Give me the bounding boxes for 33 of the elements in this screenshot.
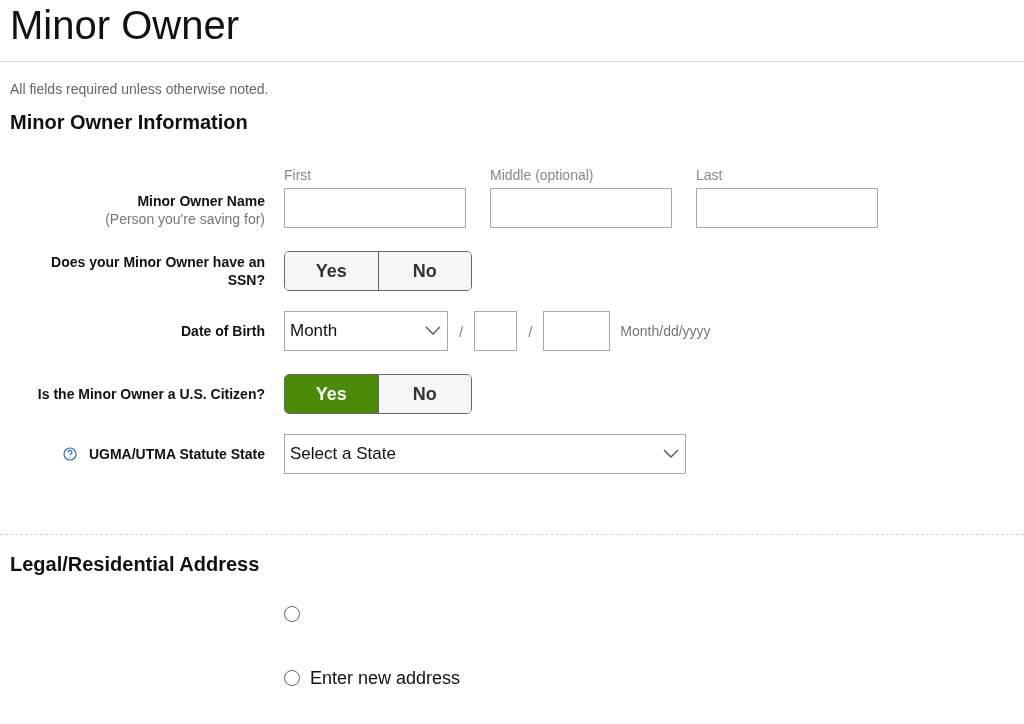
field-label: Date of Birth [181, 322, 265, 340]
field-label: UGMA/UTMA Statute State [88, 445, 265, 463]
date-separator: / [459, 322, 464, 340]
year-input[interactable] [543, 311, 611, 351]
section-heading: Minor Owner Information [10, 111, 249, 134]
toggle-option[interactable]: No [377, 252, 471, 290]
toggle-option[interactable]: Yes [285, 252, 378, 290]
radio-label: Enter new address [310, 667, 461, 689]
field-caption: Middle (optional) [490, 168, 595, 182]
field-label: Does your Minor Owner have an SSN? [50, 253, 265, 289]
address-radio[interactable] [284, 670, 300, 686]
field-label: Minor Owner Name [137, 192, 265, 210]
page-title: Minor Owner [9, 2, 240, 48]
field-sublabel: (Person you're saving for) [105, 210, 265, 228]
name-input[interactable] [284, 188, 466, 228]
day-input[interactable] [474, 311, 518, 351]
field-label: Is the Minor Owner a U.S. Citizen? [37, 385, 265, 403]
name-input[interactable] [696, 188, 878, 228]
toggle-option[interactable]: No [377, 375, 471, 413]
section-heading: Legal/Residential Address [10, 553, 261, 576]
date-format-hint: Month/dd/yyyy [620, 323, 711, 339]
chevron-down-icon [425, 326, 441, 336]
state-select[interactable]: Select a State [284, 434, 686, 474]
field-caption: Last [696, 168, 724, 182]
help-icon[interactable] [62, 447, 77, 461]
toggle-option[interactable]: Yes [285, 375, 378, 413]
month-select[interactable]: Month [284, 311, 448, 351]
name-input[interactable] [490, 188, 672, 228]
field-caption: First [284, 168, 313, 182]
required-note: All fields required unless otherwise noted. [10, 81, 270, 97]
chevron-down-icon [663, 449, 679, 459]
date-separator: / [528, 322, 533, 340]
address-radio[interactable] [284, 606, 300, 622]
